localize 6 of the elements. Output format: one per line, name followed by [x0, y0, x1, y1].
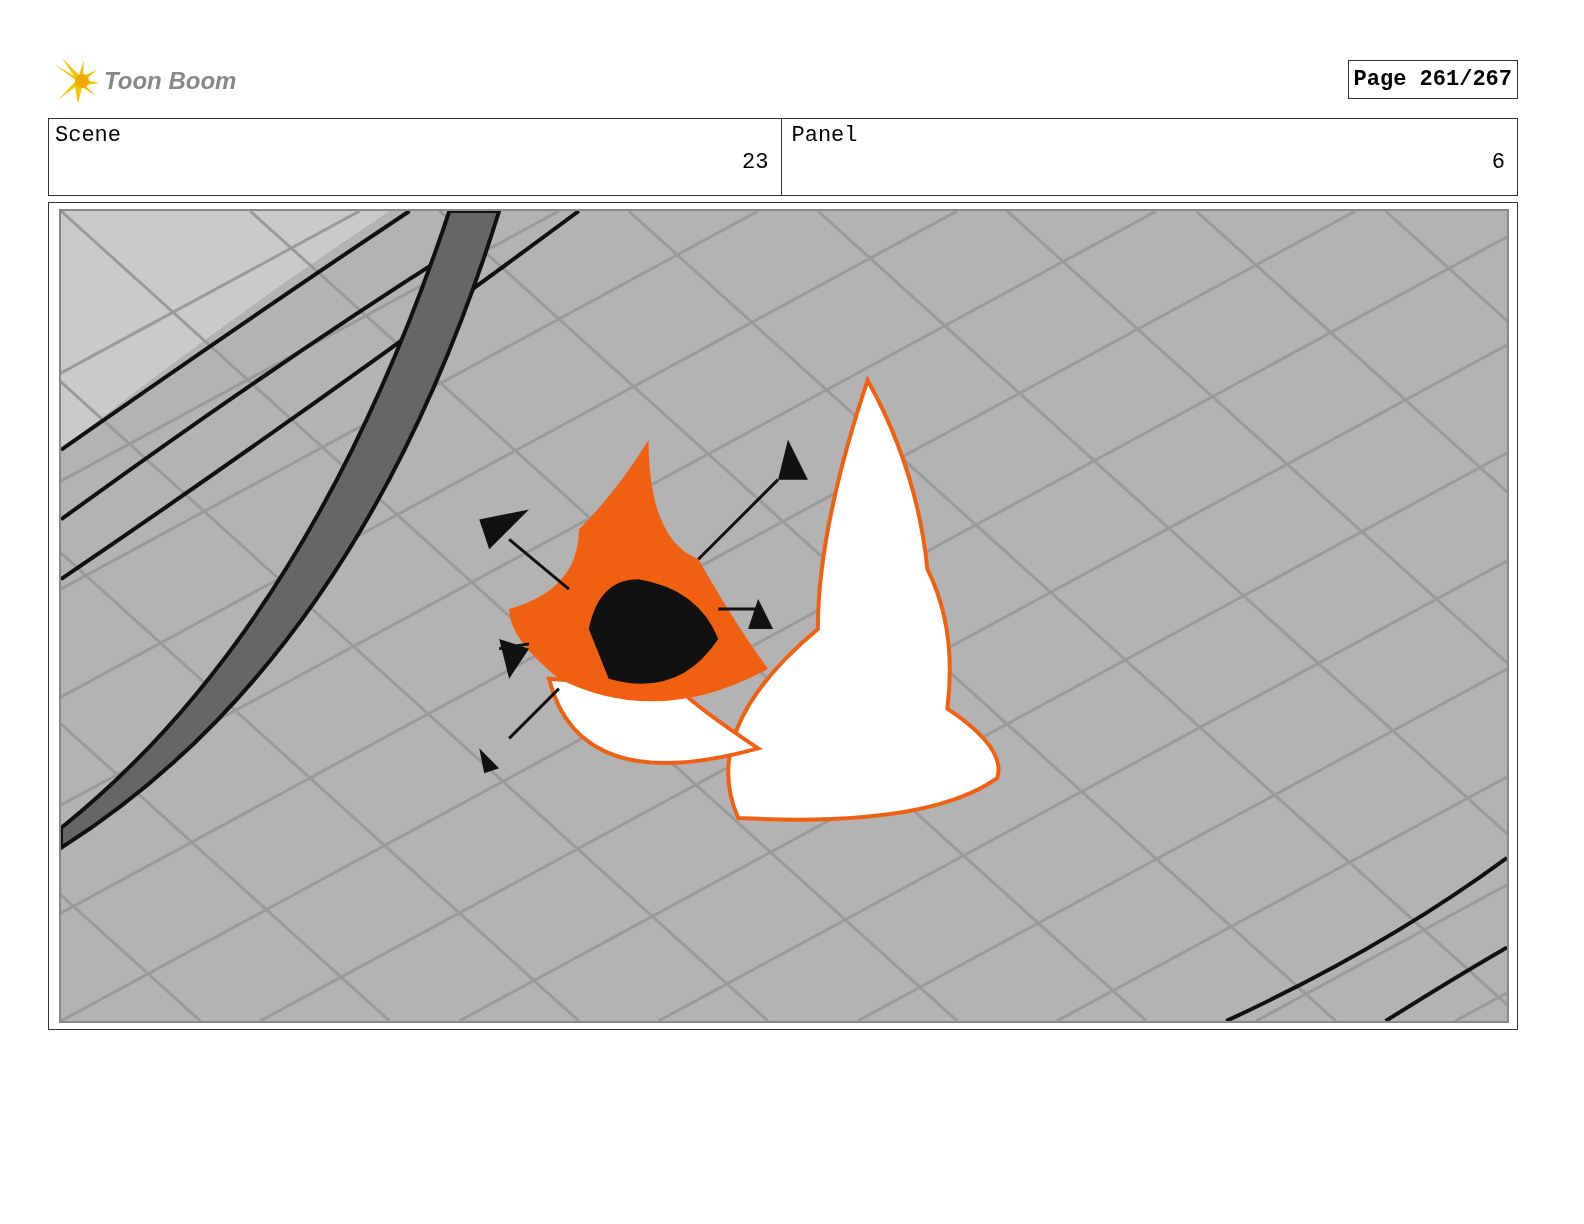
- field-label: Panel: [791, 123, 858, 148]
- page-number: Page 261/267: [1347, 60, 1518, 99]
- logo-text: Toon Boom: [104, 67, 237, 95]
- field-label: Scene: [55, 123, 121, 148]
- field-value: 23: [742, 150, 769, 175]
- field-value: 6: [1491, 150, 1505, 175]
